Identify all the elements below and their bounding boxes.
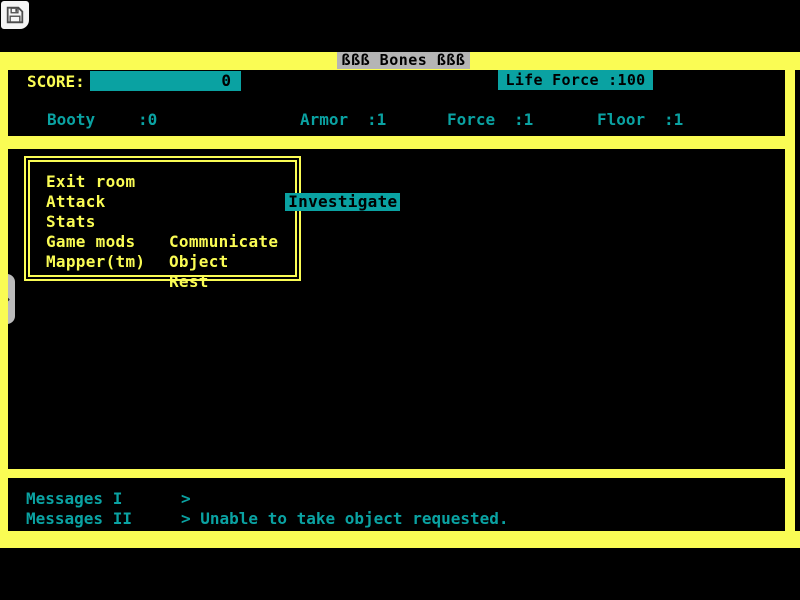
frame-left-border	[0, 70, 8, 531]
floppy-disk-icon	[6, 6, 24, 24]
save-button[interactable]	[1, 1, 29, 29]
game-window: › ßßß Bones ßßß SCORE: 0 Life Force :100…	[0, 0, 800, 600]
menu-item-communicate[interactable]: Communicate	[169, 232, 400, 252]
score-bar: 0	[90, 71, 241, 91]
stat-floor: Floor :1	[597, 111, 683, 129]
menu-item-game-mods[interactable]: Game mods	[46, 232, 145, 252]
stat-armor-value: :1	[367, 111, 386, 129]
menu-item-investigate[interactable]: Investigate	[169, 172, 400, 232]
frame-separator-messages	[8, 469, 785, 478]
stat-armor-label: Armor	[300, 111, 367, 129]
messages-2-text: > Unable to take object requested.	[181, 510, 509, 528]
menu-item-rest[interactable]: Rest	[169, 272, 400, 292]
menu-selection-highlight: Investigate	[285, 193, 400, 211]
stat-booty: Booty :0	[47, 111, 157, 129]
stat-floor-value: :1	[664, 111, 683, 129]
stat-floor-label: Floor	[597, 111, 664, 129]
frame-right-border	[785, 70, 795, 531]
stat-force-label: Force	[447, 111, 514, 129]
stat-booty-value: :0	[138, 111, 157, 129]
action-menu-left-column: Exit room Attack Stats Game mods Mapper(…	[46, 172, 145, 272]
stat-force: Force :1	[447, 111, 533, 129]
action-menu: Exit room Attack Stats Game mods Mapper(…	[24, 156, 301, 281]
score-label: SCORE:	[27, 72, 85, 91]
menu-item-exit-room[interactable]: Exit room	[46, 172, 145, 192]
action-menu-inner-border: Exit room Attack Stats Game mods Mapper(…	[28, 160, 297, 277]
stat-booty-label: Booty	[47, 111, 138, 129]
menu-item-stats[interactable]: Stats	[46, 212, 145, 232]
messages-1-label: Messages I	[26, 490, 122, 508]
life-force-badge: Life Force :100	[498, 70, 653, 90]
menu-item-attack[interactable]: Attack	[46, 192, 145, 212]
messages-2-label: Messages II	[26, 510, 132, 528]
game-title: ßßß Bones ßßß	[337, 52, 470, 69]
action-menu-right-column: Investigate Communicate Object Rest	[169, 172, 400, 292]
stat-armor: Armor :1	[300, 111, 386, 129]
messages-1-text: >	[181, 490, 191, 508]
menu-item-mapper[interactable]: Mapper(tm)	[46, 252, 145, 272]
menu-item-object[interactable]: Object	[169, 252, 400, 272]
action-menu-content: Exit room Attack Stats Game mods Mapper(…	[32, 164, 293, 273]
frame-bottom-band	[0, 531, 800, 548]
stat-force-value: :1	[514, 111, 533, 129]
frame-separator-status	[8, 136, 785, 149]
